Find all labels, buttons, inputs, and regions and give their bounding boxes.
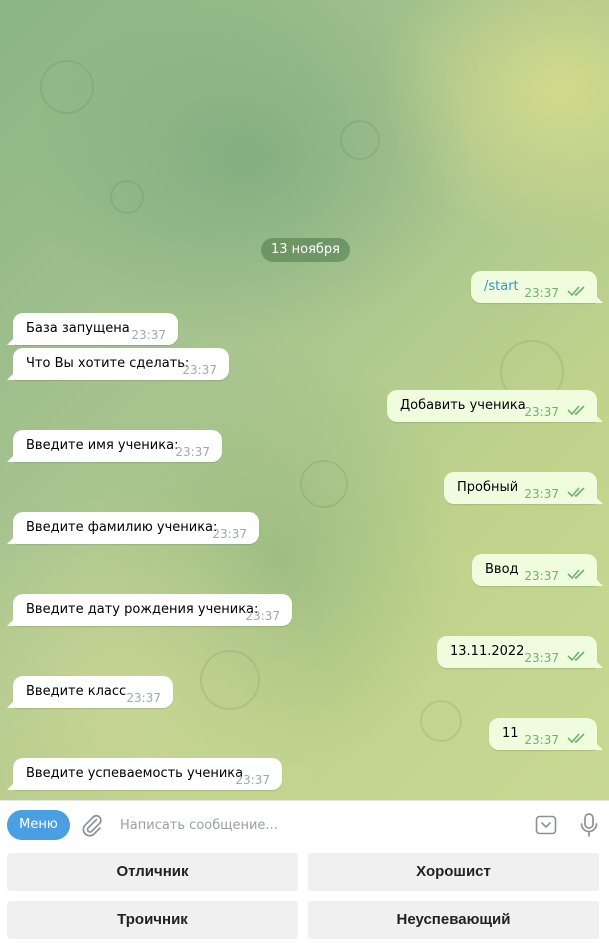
- message-bubble-outgoing[interactable]: Добавить ученика 23:37: [387, 390, 603, 422]
- message-bubble-incoming[interactable]: База запущена 23:37: [7, 313, 178, 345]
- bot-command-link[interactable]: /start: [484, 279, 519, 294]
- wallpaper-doodle: [40, 60, 94, 114]
- message-composer: Меню: [0, 800, 609, 849]
- message-bubble-outgoing[interactable]: Ввод 23:37: [472, 554, 603, 586]
- message-time: 23:37: [524, 487, 559, 501]
- message-time: 23:37: [524, 651, 559, 665]
- message-time: 23:37: [235, 773, 270, 787]
- message-text: Добавить ученика: [400, 398, 526, 413]
- keyboard-button[interactable]: Хорошист: [308, 853, 599, 891]
- message-bubble-incoming[interactable]: Введите дату рождения ученика: 23:37: [7, 594, 292, 626]
- read-checkmarks-icon: [567, 651, 585, 662]
- wallpaper-doodle: [300, 460, 348, 508]
- wallpaper-doodle: [420, 700, 462, 742]
- keyboard-button[interactable]: Отличник: [7, 853, 298, 891]
- message-text: База запущена: [26, 321, 130, 336]
- message-input[interactable]: [120, 815, 510, 835]
- keyboard-toggle-icon[interactable]: [534, 813, 558, 837]
- message-text: Ввод: [485, 562, 519, 577]
- message-bubble-incoming[interactable]: Введите класс 23:37: [7, 676, 173, 708]
- message-time: 23:37: [524, 405, 559, 419]
- message-time: 23:37: [182, 363, 217, 377]
- message-bubble-incoming[interactable]: Введите успеваемость ученика 23:37: [7, 758, 282, 790]
- paperclip-icon[interactable]: [80, 813, 104, 837]
- message-text: Введите фамилию ученика:: [26, 520, 218, 535]
- message-text: Введите успеваемость ученика: [26, 766, 244, 781]
- message-time: 23:37: [524, 286, 559, 300]
- message-bubble-outgoing[interactable]: 11 23:37: [489, 718, 603, 750]
- wallpaper-doodle: [110, 180, 144, 214]
- read-checkmarks-icon: [567, 733, 585, 744]
- reply-keyboard: Отличник Хорошист Троичник Неуспевающий: [0, 848, 609, 943]
- message-time: 23:37: [524, 733, 559, 747]
- message-text: Пробный: [457, 480, 519, 495]
- message-time: 23:37: [212, 527, 247, 541]
- message-text: Введите дату рождения ученика:: [26, 602, 259, 617]
- wallpaper-doodle: [200, 650, 260, 710]
- message-time: 23:37: [175, 445, 210, 459]
- keyboard-button[interactable]: Неуспевающий: [308, 901, 599, 939]
- message-text: Введите класс: [26, 684, 127, 699]
- bot-menu-button[interactable]: Меню: [7, 810, 70, 840]
- chat-history[interactable]: 13 ноября /start 23:37 База запущена 23:…: [0, 0, 609, 800]
- message-bubble-outgoing[interactable]: 13.11.2022 23:37: [437, 636, 603, 668]
- microphone-icon[interactable]: [578, 812, 600, 838]
- message-text: Что Вы хотите сделать:: [26, 356, 190, 371]
- message-bubble-outgoing[interactable]: /start 23:37: [471, 271, 603, 303]
- message-bubble-incoming[interactable]: Что Вы хотите сделать: 23:37: [7, 348, 229, 380]
- wallpaper-doodle: [340, 120, 380, 160]
- read-checkmarks-icon: [567, 487, 585, 498]
- message-text: 13.11.2022: [450, 644, 525, 659]
- message-text: 11: [502, 726, 519, 741]
- message-bubble-incoming[interactable]: Введите фамилию ученика: 23:37: [7, 512, 259, 544]
- message-time: 23:37: [126, 691, 161, 705]
- read-checkmarks-icon: [567, 405, 585, 416]
- message-time: 23:37: [524, 569, 559, 583]
- message-bubble-outgoing[interactable]: Пробный 23:37: [444, 472, 603, 504]
- keyboard-button[interactable]: Троичник: [7, 901, 298, 939]
- message-text: Введите имя ученика:: [26, 438, 179, 453]
- message-bubble-incoming[interactable]: Введите имя ученика: 23:37: [7, 430, 222, 462]
- message-time: 23:37: [245, 609, 280, 623]
- message-time: 23:37: [131, 328, 166, 342]
- read-checkmarks-icon: [567, 286, 585, 297]
- date-separator: 13 ноября: [261, 238, 350, 262]
- read-checkmarks-icon: [567, 569, 585, 580]
